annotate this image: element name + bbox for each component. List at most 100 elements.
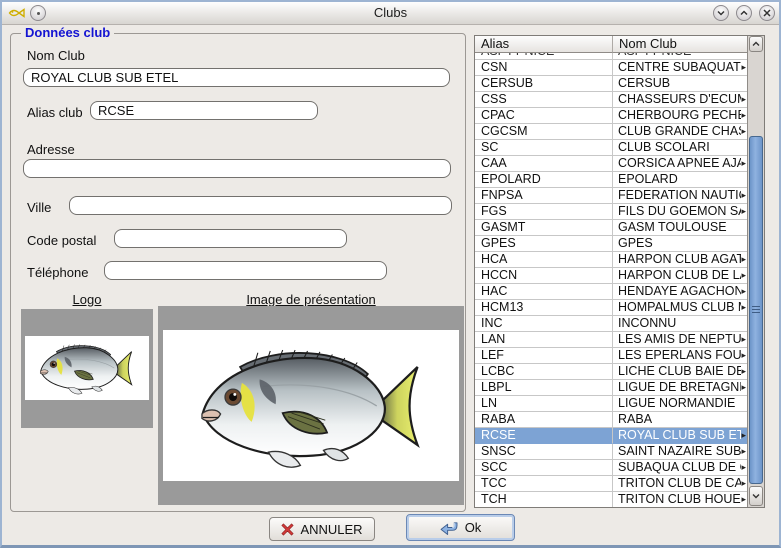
groupbox-legend: Données club [21,25,114,40]
cell-alias: HCM13 [475,300,613,316]
nom-club-input[interactable] [23,68,450,87]
table-row[interactable]: CSNCENTRE SUBAQUATIQ▸ [475,60,748,76]
scrollbar-thumb[interactable] [749,136,763,484]
cell-nom: HARPON CLUB DE LA▸ [613,268,748,284]
table-row[interactable]: HCCNHARPON CLUB DE LA▸ [475,268,748,284]
cell-nom: LES EPERLANS FOUG▸ [613,348,748,364]
cell-alias: ASPTT NICE [475,53,613,60]
cell-alias: SNSC [475,444,613,460]
blue-return-arrow-icon [440,520,459,535]
cell-alias: CAA [475,156,613,172]
cell-alias: LBPL [475,380,613,396]
ville-label: Ville [27,200,51,215]
cell-alias: LCBC [475,364,613,380]
ok-button[interactable]: Ok [406,514,515,541]
scroll-up-button[interactable] [749,36,763,52]
cell-alias: EPOLARD [475,172,613,188]
table-row[interactable]: SCCSUBAQUA CLUB DE C▸ [475,460,748,476]
cell-nom: EPOLARD [613,172,748,188]
cell-alias: CSN [475,60,613,76]
table-row[interactable]: LEFLES EPERLANS FOUG▸ [475,348,748,364]
cell-nom: INCONNU [613,316,748,332]
alias-club-input[interactable] [90,101,318,120]
scroll-down-button[interactable] [749,486,763,506]
table-row[interactable]: GASMTGASM TOULOUSE [475,220,748,236]
table-row[interactable]: HACHENDAYE AGACHON▸ [475,284,748,300]
cell-nom: TRITON CLUB DE CAF▸ [613,476,748,492]
code-postal-input[interactable] [114,229,347,248]
cell-nom: LIGUE DE BRETAGNE▸ [613,380,748,396]
cell-nom: HOMPALMUS CLUB M▸ [613,300,748,316]
table-row[interactable]: INCINCONNU [475,316,748,332]
cell-alias: FNPSA [475,188,613,204]
cell-alias: FGS [475,204,613,220]
table-row[interactable]: HCAHARPON CLUB AGATI▸ [475,252,748,268]
table-row[interactable]: SNSCSAINT NAZAIRE SUB▸ [475,444,748,460]
table-row[interactable]: TCCTRITON CLUB DE CAF▸ [475,476,748,492]
cell-alias: HCCN [475,268,613,284]
table-row[interactable]: FGSFILS DU GOEMON SA▸ [475,204,748,220]
arrow-up-icon [752,41,760,47]
table-row[interactable]: CPACCHERBOURG PECHE A▸ [475,108,748,124]
cell-alias: CSS [475,92,613,108]
cell-alias: RABA [475,412,613,428]
telephone-input[interactable] [104,261,387,280]
table-row[interactable]: LBPLLIGUE DE BRETAGNE▸ [475,380,748,396]
telephone-label: Téléphone [27,265,88,280]
annuler-button[interactable]: ANNULER [269,517,375,541]
titlebar[interactable]: Clubs [2,2,779,25]
cell-nom: FILS DU GOEMON SA▸ [613,204,748,220]
sea-bream-fish-large-icon [169,335,453,477]
table-row[interactable]: GPESGPES [475,236,748,252]
arrow-down-icon [752,493,760,499]
cell-alias: GPES [475,236,613,252]
table-row[interactable]: LANLES AMIS DE NEPTUN▸ [475,332,748,348]
alias-club-label: Alias club [27,105,83,120]
cell-nom: HENDAYE AGACHON▸ [613,284,748,300]
cell-alias: SCC [475,460,613,476]
cell-nom: CHERBOURG PECHE A▸ [613,108,748,124]
table-row[interactable]: FNPSAFEDERATION NAUTIQ▸ [475,188,748,204]
adresse-label: Adresse [27,142,75,157]
annuler-button-label: ANNULER [300,522,362,537]
cell-alias: LEF [475,348,613,364]
table-row[interactable]: RABARABA [475,412,748,428]
cell-alias: RCSE [475,428,613,444]
club-table-rows: ASPTT NICE ASPTT NICE CSNCENTRE SUBAQUAT… [475,53,748,507]
cell-nom: CENTRE SUBAQUATIQ▸ [613,60,748,76]
cell-nom: SAINT NAZAIRE SUB▸ [613,444,748,460]
table-row[interactable]: CSSCHASSEURS D'ECUM▸ [475,92,748,108]
close-button[interactable] [759,5,775,21]
cell-alias: CPAC [475,108,613,124]
table-row[interactable]: CERSUBCERSUB [475,76,748,92]
table-row[interactable]: TCHTRITON CLUB HOUES▸ [475,492,748,507]
chevron-up-icon [740,10,748,16]
table-row[interactable]: RCSEROYAL CLUB SUB ET▸ [475,428,748,444]
table-row[interactable]: CGCSMCLUB GRANDE CHAS▸ [475,124,748,140]
cell-nom: LICHE CLUB BAIE DE▸ [613,364,748,380]
chevron-down-icon [717,10,725,16]
table-row[interactable]: HCM13HOMPALMUS CLUB M▸ [475,300,748,316]
cell-alias: HCA [475,252,613,268]
column-header-alias[interactable]: Alias [475,36,613,53]
x-icon [763,9,771,17]
cell-nom: CLUB GRANDE CHAS▸ [613,124,748,140]
table-row[interactable]: CAACORSICA APNEE AJAC▸ [475,156,748,172]
cell-nom: LES AMIS DE NEPTUN▸ [613,332,748,348]
minimize-button[interactable] [713,5,729,21]
table-row-partial[interactable]: ASPTT NICE ASPTT NICE [475,53,748,60]
logo-image [25,336,149,400]
table-row[interactable]: SCCLUB SCOLARI [475,140,748,156]
column-header-nom-club[interactable]: Nom Club [613,36,748,53]
adresse-input[interactable] [23,159,451,178]
maximize-button[interactable] [736,5,752,21]
cell-alias: SC [475,140,613,156]
cell-nom: ASPTT NICE [613,53,748,60]
cell-nom: ROYAL CLUB SUB ET▸ [613,428,748,444]
table-row[interactable]: LCBCLICHE CLUB BAIE DE▸ [475,364,748,380]
table-scrollbar[interactable] [747,36,764,507]
table-row[interactable]: EPOLARDEPOLARD [475,172,748,188]
table-row[interactable]: LNLIGUE NORMANDIE [475,396,748,412]
ville-input[interactable] [69,196,452,215]
code-postal-label: Code postal [27,233,96,248]
